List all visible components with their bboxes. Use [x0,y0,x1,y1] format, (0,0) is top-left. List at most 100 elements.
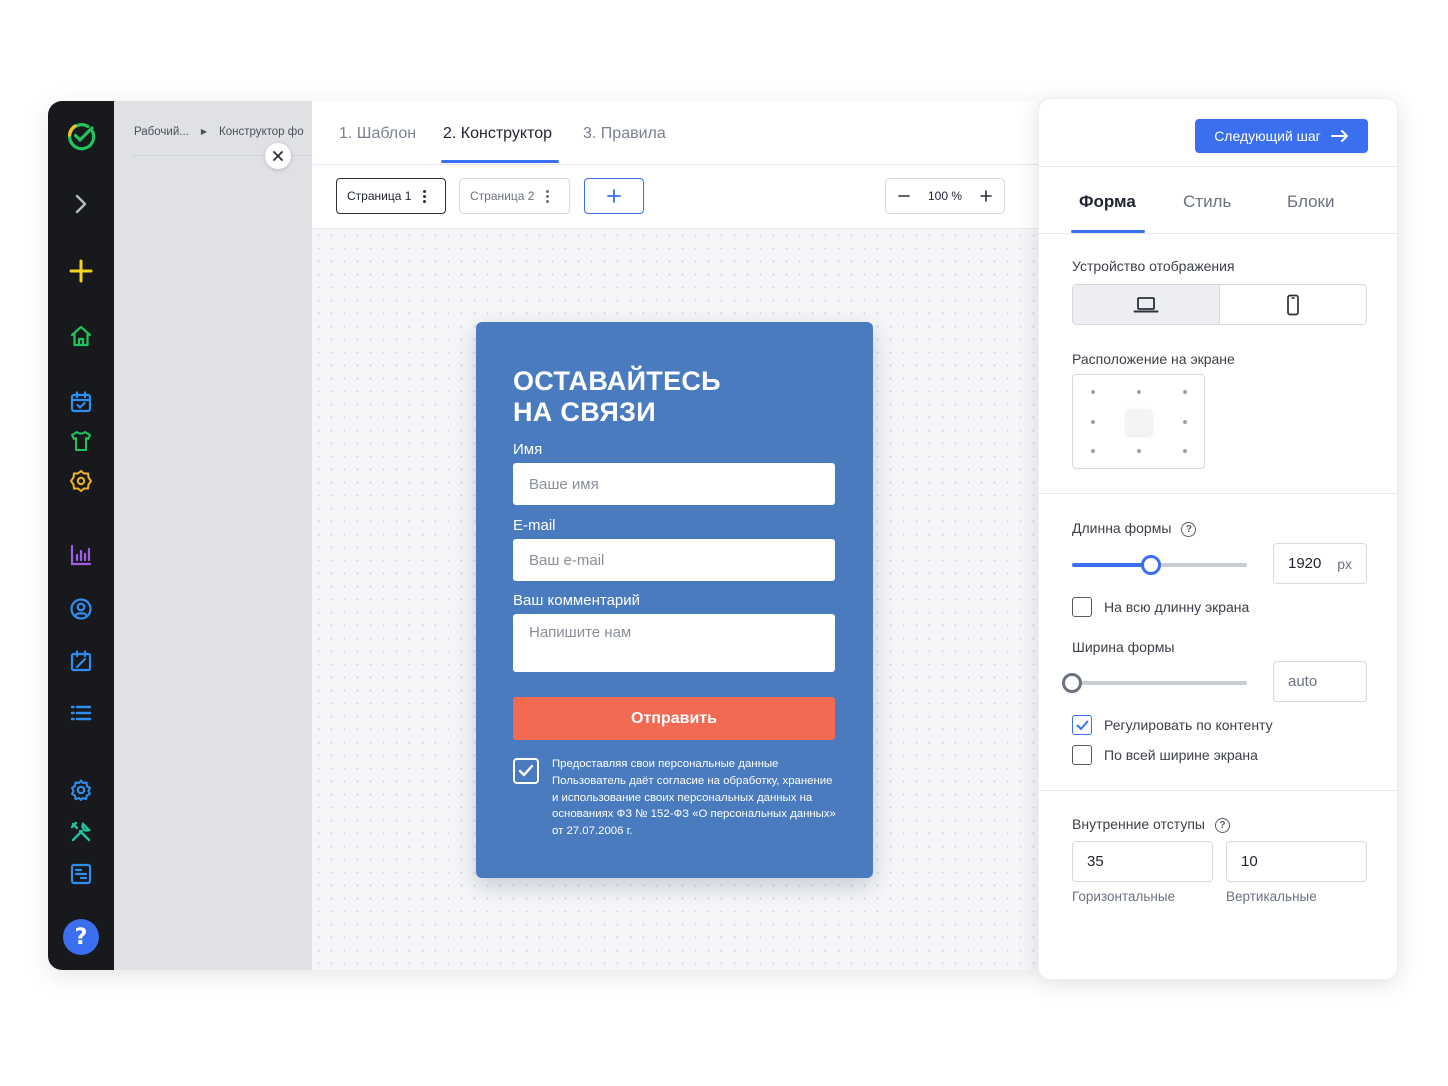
fit-content-checkbox[interactable] [1072,715,1092,735]
logo-icon[interactable] [65,120,97,152]
help-icon[interactable]: ? [1181,522,1197,537]
device-toggle [1072,284,1367,325]
gear-icon[interactable] [65,774,97,806]
divider [1039,233,1397,234]
calendar-edit-icon[interactable] [65,645,97,677]
close-icon[interactable] [265,143,291,169]
full-width-checkbox-row[interactable]: По всей ширине экрана [1072,745,1258,765]
form-preview[interactable]: ОСТАВАЙТЕСЬ НА СВЯЗИ Имя E-mail Ваш комм… [476,322,873,878]
tools-icon[interactable] [65,816,97,848]
email-input[interactable] [513,539,835,581]
settings-badge-icon[interactable] [65,465,97,497]
tab-form[interactable]: Форма [1079,192,1136,212]
consent-checkbox[interactable] [513,758,539,784]
plus-icon [607,189,621,203]
form-width-label: Ширина формы [1072,639,1175,655]
zoom-in-button[interactable] [980,190,992,202]
zoom-control: 100 % [885,178,1005,214]
vertical-padding-input[interactable]: 10 [1226,841,1367,882]
page-tab-2[interactable]: Страница 2 [459,178,570,214]
help-icon[interactable]: ? [1214,818,1230,833]
page-tab-label: Страница 1 [347,189,412,203]
layout-icon[interactable] [65,858,97,890]
horizontal-padding-caption: Горизонтальные [1072,889,1176,904]
fit-content-checkbox-row[interactable]: Регулировать по контенту [1072,715,1273,735]
submit-button[interactable]: Отправить [513,697,835,740]
breadcrumb-item[interactable]: Рабочий... [134,126,189,138]
position-top-right[interactable] [1183,390,1187,394]
form-length-label-text: Длинна формы [1072,520,1172,536]
full-length-checkbox-row[interactable]: На всю длинну экрана [1072,597,1249,617]
add-page-button[interactable] [584,178,644,214]
form-width-input[interactable]: auto [1273,661,1367,702]
tab-blocks[interactable]: Блоки [1287,192,1334,212]
next-step-button[interactable]: Следующий шаг [1195,119,1368,153]
breadcrumb-item[interactable]: Конструктор фо [219,126,304,138]
zoom-out-button[interactable] [898,190,910,202]
minus-icon [898,195,910,197]
form-length-input[interactable]: 1920 px [1273,543,1367,584]
plus-icon [980,190,992,202]
laptop-icon [1133,296,1159,312]
bar-chart-icon[interactable] [65,539,97,571]
list-icon[interactable] [65,697,97,729]
position-middle-left[interactable] [1091,420,1095,424]
shirt-icon[interactable] [65,425,97,457]
form-width-value: auto [1288,673,1318,690]
form-length-value: 1920 [1288,555,1322,572]
full-width-checkbox[interactable] [1072,745,1092,765]
position-top-left[interactable] [1091,390,1095,394]
vertical-padding-value: 10 [1241,853,1258,870]
home-icon[interactable] [65,320,97,352]
form-title-line: ОСТАВАЙТЕСЬ [513,366,721,396]
position-middle-right[interactable] [1183,420,1187,424]
form-length-unit: px [1337,555,1352,572]
full-length-checkbox[interactable] [1072,597,1092,617]
chevron-right-icon[interactable] [65,188,97,220]
phone-icon [1287,294,1299,315]
vertical-padding-caption: Вертикальные [1226,889,1317,904]
tab-template[interactable]: 1. Шаблон [339,125,416,143]
breadcrumb-panel: Рабочий... ▶ Конструктор фо [114,101,312,970]
help-icon[interactable]: ? [63,919,99,955]
position-bottom-center[interactable] [1137,449,1141,453]
full-length-label: На всю длинну экрана [1104,599,1250,615]
divider [1039,493,1397,494]
page-tab-1[interactable]: Страница 1 [336,178,446,214]
form-title: ОСТАВАЙТЕСЬ НА СВЯЗИ [513,366,833,428]
horizontal-padding-input[interactable]: 35 [1072,841,1213,882]
tab-constructor[interactable]: 2. Конструктор [443,125,552,143]
form-length-slider[interactable] [1072,555,1247,575]
check-icon [518,764,534,777]
mobile-device-button[interactable] [1220,285,1366,324]
next-step-label: Следующий шаг [1214,128,1321,144]
breadcrumb: Рабочий... ▶ Конструктор фо [134,126,312,138]
plus-icon[interactable] [65,255,97,287]
tab-rules[interactable]: 3. Правила [583,125,666,143]
more-vertical-icon[interactable] [546,189,550,203]
page-tab-label: Страница 2 [470,189,535,203]
breadcrumb-separator-icon: ▶ [200,127,207,136]
position-bottom-right[interactable] [1183,449,1187,453]
more-vertical-icon[interactable] [423,189,427,203]
position-center-selected[interactable] [1126,409,1152,435]
user-circle-icon[interactable] [65,593,97,625]
position-top-center[interactable] [1137,390,1141,394]
step-tabs: 1. Шаблон 2. Конструктор 3. Правила [312,101,1038,165]
name-input[interactable] [513,463,835,505]
divider [1039,790,1397,791]
desktop-device-button[interactable] [1073,285,1220,324]
calendar-check-icon[interactable] [65,386,97,418]
full-width-label: По всей ширине экрана [1104,747,1258,763]
comment-label: Ваш комментарий [513,592,641,609]
consent-text: Предоставляя свои персональные данные По… [552,758,836,838]
tab-style[interactable]: Стиль [1183,192,1231,212]
position-label: Расположение на экране [1072,351,1235,367]
horizontal-padding-value: 35 [1087,853,1104,870]
comment-input[interactable] [513,614,835,672]
position-picker [1072,374,1205,469]
form-width-slider[interactable] [1062,673,1247,693]
zoom-level: 100 % [927,189,963,203]
page-toolbar: Страница 1 Страница 2 100 % [312,165,1038,229]
position-bottom-left[interactable] [1091,449,1095,453]
